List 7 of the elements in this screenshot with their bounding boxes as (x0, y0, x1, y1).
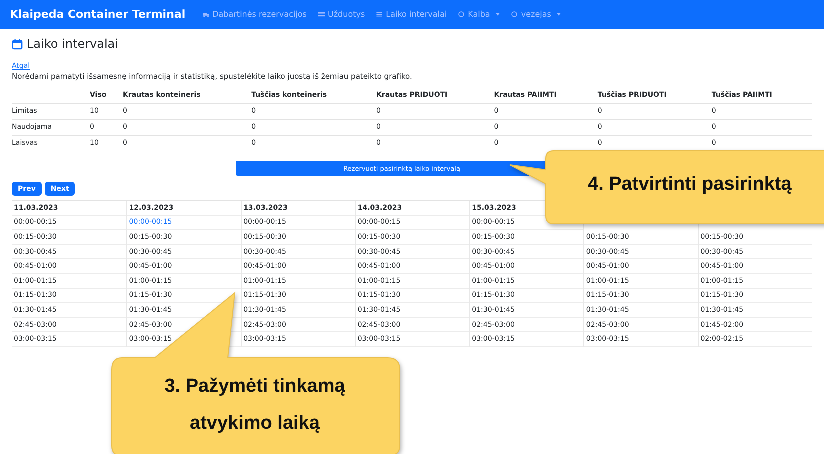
page-title: Laiko intervalai (27, 37, 118, 51)
calendar-icon (12, 38, 23, 50)
callout-text: 4. Patvirtinti pasirinktą (588, 174, 792, 196)
truck-icon (202, 11, 210, 18)
list-icon (376, 11, 384, 18)
brand-title[interactable]: Klaipeda Container Terminal (10, 8, 186, 21)
callout-text: 3. Pažymėti tinkamą atvykimo laiką (164, 375, 346, 436)
